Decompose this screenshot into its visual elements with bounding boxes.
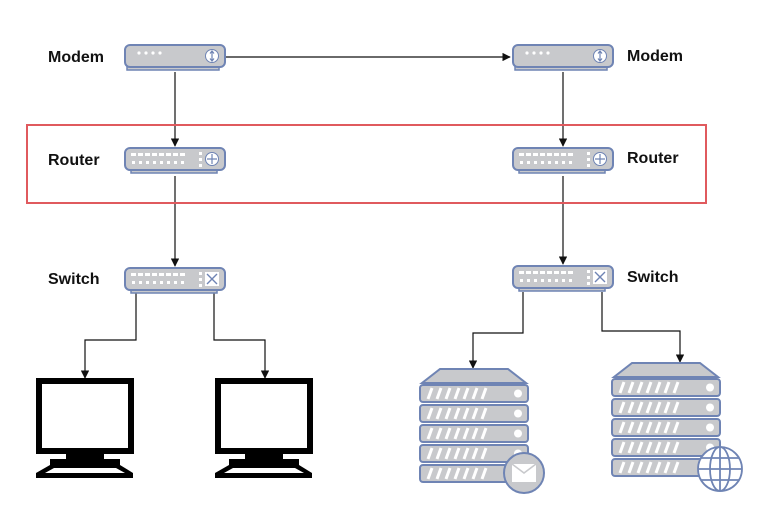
left-switch-label: Switch bbox=[48, 271, 100, 288]
right-modem-device bbox=[512, 44, 614, 71]
right-modem-label: Modem bbox=[627, 48, 683, 65]
left-computer-2 bbox=[215, 381, 312, 478]
globe-icon bbox=[697, 446, 743, 492]
left-switch-device bbox=[124, 267, 226, 294]
link-right-switch-webserver bbox=[601, 292, 685, 363]
left-computer-1 bbox=[36, 381, 133, 478]
link-left-switch-pc1 bbox=[80, 293, 137, 379]
left-modem-device bbox=[124, 44, 226, 71]
router-highlight-box bbox=[26, 124, 707, 204]
web-server bbox=[612, 363, 743, 492]
left-modem-label: Modem bbox=[48, 49, 104, 66]
network-diagram: Modem Router Switch Modem Router Switch bbox=[0, 0, 768, 510]
right-switch-label: Switch bbox=[627, 269, 679, 286]
right-router-label: Router bbox=[627, 150, 679, 167]
left-router-label: Router bbox=[48, 152, 100, 169]
connectors bbox=[80, 52, 685, 379]
mail-server bbox=[420, 369, 545, 494]
mail-icon bbox=[503, 452, 545, 494]
right-switch-device bbox=[512, 265, 614, 292]
link-right-switch-mailserver bbox=[468, 292, 524, 369]
diagram-canvas bbox=[0, 44, 743, 494]
link-left-switch-pc2 bbox=[213, 293, 270, 379]
